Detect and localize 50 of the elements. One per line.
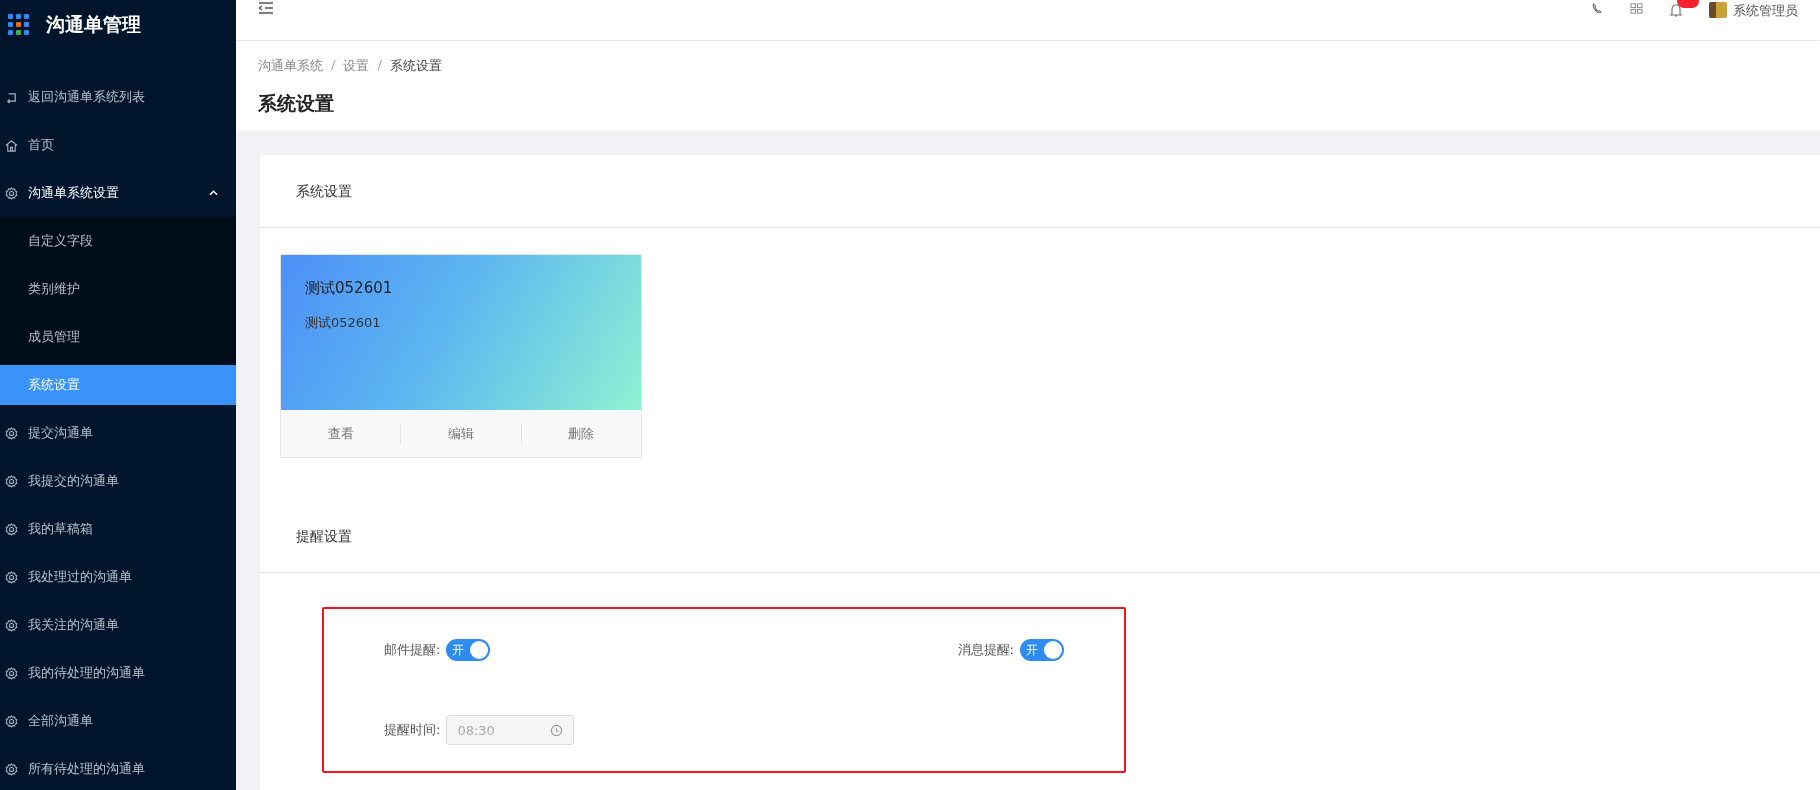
settings-icon	[5, 570, 18, 584]
breadcrumb-separator: /	[377, 57, 382, 74]
sidebar-item[interactable]: 我的草稿箱	[0, 505, 236, 553]
return-icon	[5, 90, 18, 104]
section-title: 系统设置	[260, 155, 1820, 228]
settings-icon	[5, 522, 18, 536]
field-label: 消息提醒:	[957, 641, 1014, 659]
sidebar-item[interactable]: 我提交的沟通单	[0, 457, 236, 505]
sidebar-subitem[interactable]: 类别维护	[0, 265, 236, 313]
sidebar-item[interactable]: 返回沟通单系统列表	[0, 73, 236, 121]
card-subtitle: 测试052601	[305, 314, 382, 332]
grid-logo-icon	[8, 14, 30, 36]
field-label: 邮件提醒:	[384, 641, 441, 659]
breadcrumb-link[interactable]: 沟通单系统	[258, 57, 323, 75]
field-label: 提醒时间:	[384, 721, 441, 739]
settings-icon	[5, 762, 18, 776]
card-action-button[interactable]: 查看	[281, 422, 401, 445]
settings-icon	[5, 666, 18, 680]
clock-icon	[550, 723, 564, 737]
card-action-button[interactable]: 删除	[520, 422, 641, 445]
sidebar-item[interactable]: 我的待处理的沟通单	[0, 649, 236, 697]
settings-icon	[5, 426, 18, 440]
home-icon	[5, 138, 18, 152]
bell-icon[interactable]	[1669, 2, 1683, 18]
breadcrumb-link[interactable]: 设置	[343, 57, 370, 75]
section-title: 提醒设置	[260, 500, 1820, 573]
sidebar-subitem[interactable]: 自定义字段	[0, 217, 236, 265]
settings-icon	[5, 474, 18, 488]
settings-icon	[5, 186, 18, 200]
sidebar-item[interactable]: 我处理过的沟通单	[0, 553, 236, 601]
sidebar-item[interactable]: 提交沟通单	[0, 409, 236, 457]
card-action-button[interactable]: 编辑	[400, 422, 521, 445]
sidebar-item[interactable]: 沟通单系统设置	[0, 169, 236, 217]
user-name[interactable]: 系统管理员	[1733, 2, 1798, 20]
page-title: 系统设置	[258, 91, 335, 116]
app-title: 沟通单管理	[46, 12, 141, 37]
avatar-icon[interactable]	[1709, 2, 1727, 18]
breadcrumb-separator: /	[331, 57, 336, 74]
sidebar-subitem[interactable]: 成员管理	[0, 313, 236, 361]
sidebar-item[interactable]: 所有待处理的沟通单	[0, 745, 236, 790]
apps-icon[interactable]	[1630, 2, 1643, 15]
breadcrumb-link[interactable]: 系统设置	[389, 57, 442, 75]
settings-icon	[5, 714, 18, 728]
sidebar-item[interactable]: 我关注的沟通单	[0, 601, 236, 649]
settings-icon	[5, 618, 18, 632]
sidebar-item[interactable]: 首页	[0, 121, 236, 169]
card-title: 测试052601	[305, 279, 394, 298]
sidebar-item[interactable]: 全部沟通单	[0, 697, 236, 745]
menu-collapse-icon[interactable]	[258, 2, 274, 14]
phone-icon[interactable]	[1591, 2, 1604, 15]
